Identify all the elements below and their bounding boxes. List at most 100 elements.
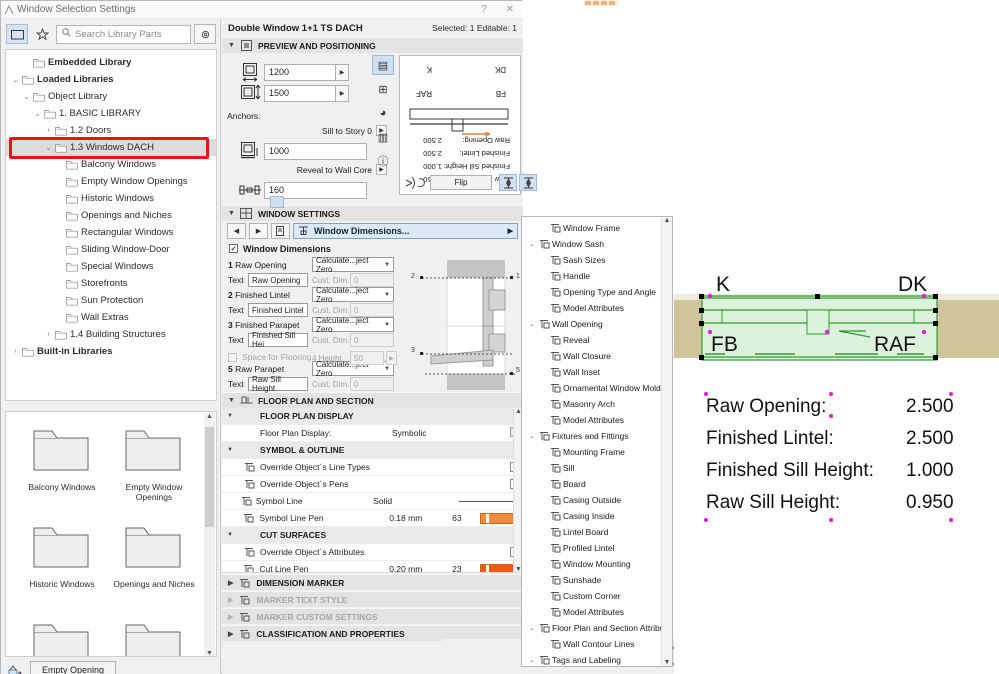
settings-page-flyout-menu[interactable]: Window Frame ⌄ Window Sash Sash Sizes Handle… xyxy=(521,216,673,667)
flyout-item-fixtures-and-fittings[interactable]: ⌄ Fixtures and Fittings xyxy=(522,428,672,444)
flyout-item-masonry-arch[interactable]: Masonry Arch xyxy=(522,396,672,412)
chevron-down-icon[interactable]: ▼ xyxy=(384,292,390,298)
place-object-icon[interactable] xyxy=(5,661,25,674)
chevron-down-icon[interactable]: ⌄ xyxy=(526,433,537,440)
tree-item-storefronts[interactable]: Storefronts xyxy=(6,275,216,292)
page-icon[interactable] xyxy=(271,222,290,239)
flyout-item-reveal[interactable]: Reveal xyxy=(522,332,672,348)
empty-opening-button[interactable]: Empty Opening xyxy=(30,661,116,674)
height-field[interactable]: 1500 xyxy=(264,84,336,102)
chevron-right-icon[interactable]: ▶ xyxy=(228,613,233,621)
close-button[interactable]: ✕ xyxy=(497,1,523,19)
custom-dim-input[interactable]: 0 xyxy=(350,333,394,347)
tree-item-historic-windows[interactable]: Historic Windows xyxy=(6,190,216,207)
prev-arrow-icon[interactable]: ◀ xyxy=(227,222,246,239)
next-arrow-icon[interactable]: ▶ xyxy=(249,222,268,239)
chevron-down-icon[interactable]: ▼ xyxy=(384,262,390,268)
space-for-flooring-checkbox[interactable] xyxy=(228,352,237,362)
section-dimension-marker[interactable]: ▶ DIMENSION MARKER xyxy=(222,574,523,590)
window-dimensions-checkbox[interactable]: ✓ xyxy=(229,244,238,253)
tree-item-1-basic-library[interactable]: ⌄ 1. BASIC LIBRARY xyxy=(6,105,216,122)
fp-group-row[interactable]: ▼ SYMBOL & OUTLINE xyxy=(222,442,523,459)
flooring-height-input[interactable]: 50 xyxy=(350,351,384,365)
window-plan-view[interactable]: K DK FB RAF xyxy=(674,0,999,674)
flyout-item-model-attributes[interactable]: Model Attributes xyxy=(522,412,672,428)
hotspot[interactable] xyxy=(949,518,953,522)
chevron-down-icon[interactable]: ⌄ xyxy=(43,144,54,152)
section-marker-text-style[interactable]: ▶ MARKER TEXT STYLE xyxy=(222,591,523,607)
dimension-text-input[interactable]: Finished Sill Hei xyxy=(248,331,308,349)
dimension-mode-dropdown[interactable]: Calculate...ject Zero ▼ xyxy=(312,316,394,334)
flyout-item-wall-opening[interactable]: ⌄ Wall Opening xyxy=(522,316,672,332)
anchor-point-button-1[interactable] xyxy=(270,196,284,208)
flooring-height-stepper[interactable]: ▶ xyxy=(386,351,397,365)
tree-item-rectangular-windows[interactable]: Rectangular Windows xyxy=(6,224,216,241)
sill-anchor-selector[interactable]: Sill to Story 0 ▶ xyxy=(272,124,387,137)
section-floor-plan-and-section[interactable]: ▼ FLOOR PLAN AND SECTION xyxy=(222,392,523,408)
orientation-left-icon[interactable] xyxy=(499,174,517,191)
flyout-item-sunshade[interactable]: Sunshade xyxy=(522,572,672,588)
flyout-item-wall-contour-lines[interactable]: Wall Contour Lines xyxy=(522,636,672,652)
height-stepper[interactable]: ▶ xyxy=(336,84,349,102)
fp-group-row[interactable]: ▼ FLOOR PLAN DISPLAY xyxy=(222,408,523,425)
grid-view-icon[interactable]: ⊞ xyxy=(372,79,394,99)
tree-item-1-2-doors[interactable]: › 1.2 Doors xyxy=(6,122,216,139)
window-dimensions-enable-row[interactable]: ✓ Window Dimensions xyxy=(222,240,523,257)
mirror-icon[interactable] xyxy=(404,176,426,195)
fp-attribute-row[interactable]: Floor Plan Display: Symbolic xyxy=(222,425,523,442)
tree-item-openings-and-niches[interactable]: Openings and Niches xyxy=(6,207,216,224)
tree-item-sun-protection[interactable]: Sun Protection xyxy=(6,292,216,309)
scroll-down-icon[interactable]: ▼ xyxy=(206,650,213,656)
tree-item-1-3-windows-dach[interactable]: ⌄ 1.3 Windows DACH xyxy=(6,139,216,156)
scroll-down-icon[interactable]: ▼ xyxy=(664,659,671,666)
dimension-mode-dropdown[interactable]: Calculate...ject Zero ▼ xyxy=(312,256,394,274)
chevron-down-icon[interactable]: ▼ xyxy=(384,366,390,372)
chevron-right-icon[interactable]: › xyxy=(10,348,21,355)
fp-attribute-row[interactable]: Cut Line Pen 0.20 mm 23 xyxy=(222,561,523,572)
tree-item-wall-extras[interactable]: Wall Extras xyxy=(6,309,216,326)
chevron-down-icon[interactable]: ⌄ xyxy=(526,625,537,632)
thumbnail-item[interactable] xyxy=(16,614,108,656)
flyout-item-sash-sizes[interactable]: Sash Sizes xyxy=(522,252,672,268)
fp-attribute-row[interactable]: Override Object´s Pens xyxy=(222,476,523,493)
chevron-down-icon[interactable]: ▼ xyxy=(222,447,238,453)
fp-group-row[interactable]: ▼ CUT SURFACES xyxy=(222,527,523,544)
gear-icon[interactable] xyxy=(194,24,216,44)
anchor-point-button-4[interactable] xyxy=(318,196,332,208)
flyout-item-lintel-board[interactable]: Lintel Board xyxy=(522,524,672,540)
scroll-thumb[interactable] xyxy=(205,427,214,527)
dimension-text-input[interactable]: Raw Opening xyxy=(248,273,308,287)
flyout-item-profiled-lintel[interactable]: Profiled Lintel xyxy=(522,540,672,556)
flyout-item-wall-inset[interactable]: Wall Inset xyxy=(522,364,672,380)
chevron-right-icon[interactable]: ▶ xyxy=(228,579,233,587)
chevron-right-icon[interactable]: ▶ xyxy=(228,630,233,638)
thumbnail-item[interactable]: Empty Window Openings xyxy=(108,420,200,517)
hotspot[interactable] xyxy=(829,392,833,396)
chevron-right-icon[interactable]: ▶ xyxy=(508,227,513,235)
thumbnail-item[interactable]: Openings and Niches xyxy=(108,517,200,614)
flyout-item-window-frame[interactable]: Window Frame xyxy=(522,220,672,236)
tree-item-built-in-libraries[interactable]: › Built-in Libraries xyxy=(6,343,216,360)
flyout-item-custom-corner[interactable]: Custom Corner xyxy=(522,588,672,604)
thumbnail-item[interactable]: Historic Windows xyxy=(16,517,108,614)
info-icon[interactable]: ⓘ xyxy=(372,151,394,171)
star-icon[interactable] xyxy=(31,24,53,44)
folder-icon[interactable] xyxy=(6,24,28,44)
settings-page-combo[interactable]: Window Dimensions... ▶ xyxy=(293,222,518,239)
fp-attribute-row[interactable]: Symbol Line Solid xyxy=(222,493,523,510)
flyout-item-handle[interactable]: Handle xyxy=(522,268,672,284)
section-window-settings[interactable]: ▼ WINDOW SETTINGS xyxy=(222,205,523,221)
elevation-view-icon[interactable]: ▥ xyxy=(372,127,394,147)
flyout-item-casing-outside[interactable]: Casing Outside xyxy=(522,492,672,508)
tree-item-embedded-library[interactable]: Embedded Library xyxy=(6,54,216,71)
flyout-item-tags-and-labeling[interactable]: ⌄ Tags and Labeling xyxy=(522,652,672,666)
fp-attribute-row[interactable]: Symbol Line Pen 0.18 mm 63 xyxy=(222,510,523,527)
anchor-point-button-3[interactable] xyxy=(302,196,316,208)
tree-item-empty-window-openings[interactable]: Empty Window Openings xyxy=(6,173,216,190)
floorplan-attributes-table[interactable]: ▼ FLOOR PLAN DISPLAY Floor Plan Display: Sy… xyxy=(222,408,523,573)
chevron-down-icon[interactable]: ▼ xyxy=(222,532,238,538)
orientation-right-icon[interactable] xyxy=(519,174,537,191)
library-tree[interactable]: Embedded Library ⌄ Loaded Libraries ⌄ Object… xyxy=(5,49,217,401)
flyout-item-model-attributes[interactable]: Model Attributes xyxy=(522,300,672,316)
chevron-down-icon[interactable]: ▼ xyxy=(222,413,238,419)
